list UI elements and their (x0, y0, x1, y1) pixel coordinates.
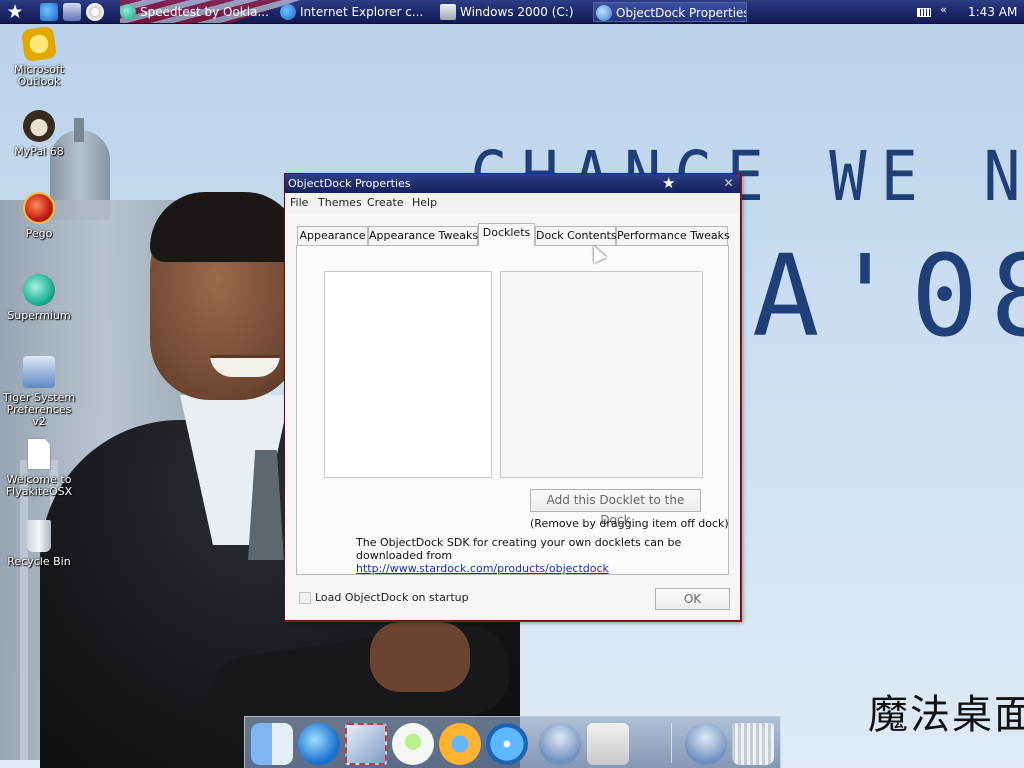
tab-appearance[interactable]: Appearance (297, 226, 368, 245)
desktop-icon-label: MyPal 68 (14, 145, 64, 158)
dialog-title: ObjectDock Properties (288, 177, 411, 190)
task-internet-explorer[interactable]: Internet Explorer c... (278, 2, 428, 22)
desktop-icon-label: Tiger System Preferences v2 (2, 391, 76, 428)
mail-icon[interactable] (345, 723, 387, 765)
desktop-icon-label: Pego (25, 227, 53, 240)
folder-window-icon (440, 4, 456, 20)
apple-icon[interactable] (587, 723, 629, 765)
outlook-icon (20, 25, 58, 63)
objectdock-properties-dialog: ObjectDock Properties ★ ✕ File Themes Cr… (284, 173, 741, 621)
sdk-link[interactable]: http://www.stardock.com/products/objectd… (356, 562, 609, 575)
supermium-icon (23, 274, 55, 306)
task-windows-2000[interactable]: Windows 2000 (C:) (438, 2, 588, 22)
trash-icon[interactable] (732, 723, 774, 765)
startup-checkbox-label: Load ObjectDock on startup (315, 591, 469, 604)
desktop-icon-label: Welcome to FlyakiteOSX (5, 473, 73, 498)
top-taskbar: ★ Speedtest by Ookla... Internet Explore… (0, 0, 1024, 24)
add-docklet-button[interactable]: Add this Docklet to the Dock (530, 489, 701, 527)
desktop-icon-supermium[interactable]: Supermium (0, 274, 78, 322)
capitol-column (20, 460, 28, 760)
task-label: ObjectDock Properties (616, 6, 747, 20)
menu-help[interactable]: Help (412, 196, 437, 209)
objectdock-bar (244, 716, 781, 768)
internet-explorer-icon[interactable] (40, 3, 58, 21)
quicktime-icon[interactable] (439, 723, 481, 765)
tab-docklets[interactable]: Docklets (478, 223, 535, 246)
keyboard-icon[interactable] (917, 8, 931, 17)
task-speedtest[interactable]: Speedtest by Ookla... (118, 2, 268, 22)
wallpaper-calligraphy: 魔法桌面 (868, 692, 1024, 738)
task-label: Windows 2000 (C:) (460, 5, 574, 19)
globe-icon (120, 4, 136, 20)
system-preferences-icon (23, 356, 55, 388)
start-star-icon[interactable]: ★ (4, 1, 26, 23)
desktop-icon-system-preferences[interactable]: Tiger System Preferences v2 (0, 356, 78, 428)
ok-button[interactable]: OK (655, 588, 730, 610)
menu-themes[interactable]: Themes (318, 196, 362, 209)
sdk-note: The ObjectDock SDK for creating your own… (356, 536, 696, 575)
wallpaper-slogan-year: A'08 (752, 232, 1024, 362)
itunes-icon[interactable] (392, 723, 434, 765)
internet-explorer-icon (280, 4, 296, 20)
sdk-text: The ObjectDock SDK for creating your own… (356, 536, 682, 562)
tray-expand-icon[interactable]: « (940, 3, 947, 16)
person-hair (150, 192, 300, 262)
recycle-bin-icon (27, 520, 51, 552)
document-icon (27, 438, 51, 470)
pego-icon (23, 192, 55, 224)
clock[interactable]: 1:43 AM (968, 5, 1017, 19)
task-label: Speedtest by Ookla... (140, 5, 268, 19)
media-player-icon[interactable] (86, 3, 104, 21)
startup-checkbox[interactable] (299, 592, 311, 604)
tab-dock-contents[interactable]: Dock Contents (535, 226, 617, 245)
menu-create[interactable]: Create (367, 196, 404, 209)
tab-appearance-tweaks[interactable]: Appearance Tweaks (368, 226, 478, 245)
desktop-icon-recycle-bin[interactable]: Recycle Bin (0, 520, 78, 568)
show-desktop-icon[interactable] (63, 3, 81, 21)
dvd-player-icon[interactable] (486, 723, 528, 765)
desktop-icon-label: Recycle Bin (7, 555, 71, 568)
desktop-icon-label: Supermium (7, 309, 71, 322)
finder-icon[interactable] (251, 723, 293, 765)
desktop-icon-label: Microsoft Outlook (13, 63, 65, 88)
remove-hint: (Remove by dragging item off dock) (530, 517, 729, 530)
task-objectdock-properties[interactable]: ObjectDock Properties (593, 2, 747, 22)
dialog-titlebar[interactable]: ObjectDock Properties ★ ✕ (285, 174, 740, 193)
person-smile (210, 355, 280, 377)
menu-file[interactable]: File (290, 196, 308, 209)
docklets-panel: Add this Docklet to the Dock (Remove by … (296, 245, 729, 575)
help-icon[interactable] (685, 723, 727, 765)
desktop-icon-mypal[interactable]: MyPal 68 (0, 110, 78, 158)
desktop-icon-welcome[interactable]: Welcome to FlyakiteOSX (0, 438, 78, 498)
desktop-icon-pego[interactable]: Pego (0, 192, 78, 240)
desktop-icon-outlook[interactable]: Microsoft Outlook (0, 25, 78, 88)
docklet-preview (500, 271, 703, 478)
close-icon[interactable]: ✕ (722, 177, 735, 190)
mypal-icon (23, 110, 55, 142)
docklet-list[interactable] (324, 271, 492, 478)
internet-explorer-icon[interactable] (298, 723, 340, 765)
task-label: Internet Explorer c... (300, 5, 424, 19)
person-hand (370, 622, 470, 692)
dialog-menubar: File Themes Create Help (285, 193, 740, 213)
dock-separator (671, 723, 672, 763)
star-icon[interactable]: ★ (662, 174, 675, 193)
objectdock-icon (596, 5, 612, 21)
tab-performance-tweaks[interactable]: Performance Tweaks (616, 226, 730, 245)
help-icon[interactable] (539, 723, 581, 765)
